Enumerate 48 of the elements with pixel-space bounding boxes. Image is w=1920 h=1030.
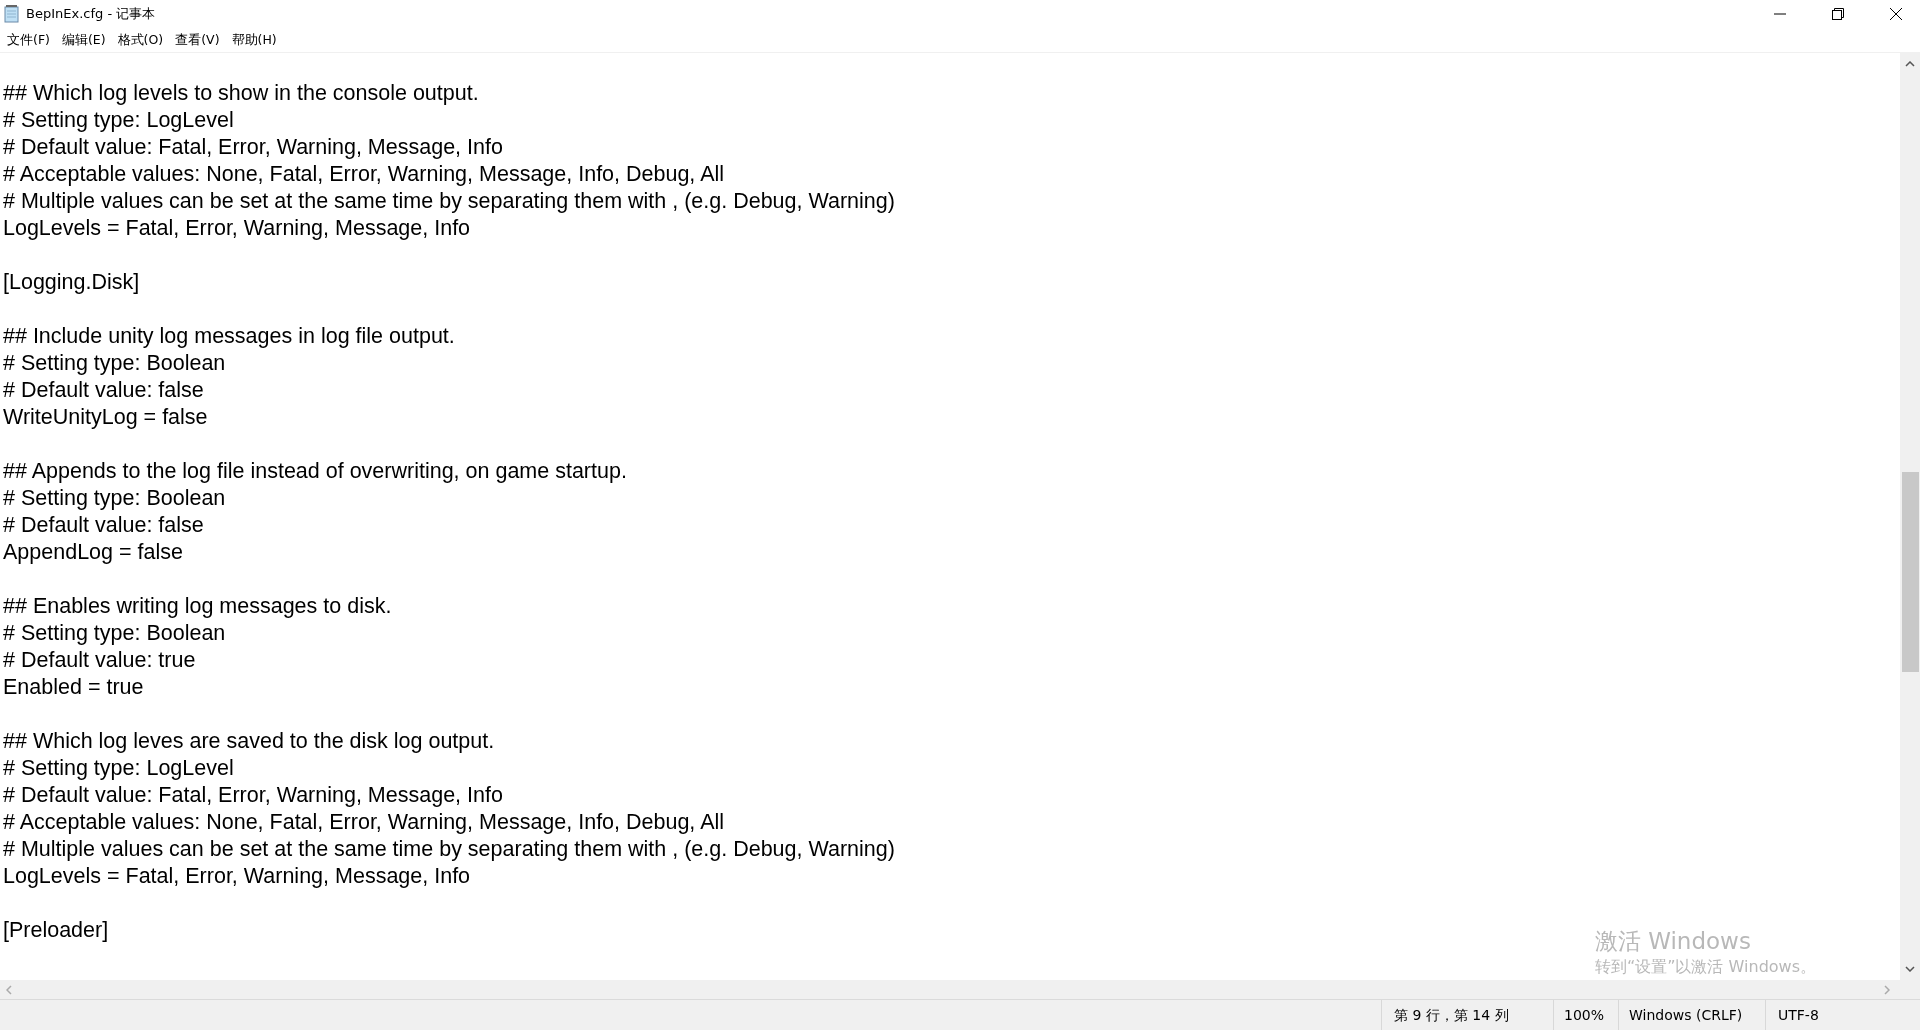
text-line: # Setting type: Boolean <box>3 485 226 512</box>
text-line: # Default value: Fatal, Error, Warning, Message, Info <box>3 134 503 161</box>
window-title: BepInEx.cfg - 记事本 <box>26 5 156 23</box>
text-line: LogLevels = Fatal, Error, Warning, Message, Info <box>3 863 471 890</box>
horizontal-scrollbar[interactable] <box>0 980 1920 1000</box>
menu-item[interactable]: 格式(O) <box>117 31 164 49</box>
text-line: ## Enables writing log messages to disk. <box>3 593 392 620</box>
vertical-scrollbar[interactable] <box>1900 53 1920 980</box>
text-line: # Acceptable values: None, Fatal, Error, Warning, Message, Info, Debug, All <box>3 161 725 188</box>
menu-item[interactable]: 编辑(E) <box>61 31 106 49</box>
text-line: ## Which log leves are saved to the disk log output. <box>3 728 495 755</box>
scroll-down-icon[interactable] <box>1905 966 1915 972</box>
scrollbar-thumb[interactable] <box>1901 472 1919 672</box>
activation-title: 激活 Windows <box>1594 927 1752 956</box>
text-line: # Multiple values can be set at the same time by separating them with , (e.g. Debug, Warning) <box>3 188 895 215</box>
status-item: Windows (CRLF) <box>1618 1000 1765 1030</box>
status-item: 第 9 行，第 14 列 <box>1381 1000 1553 1030</box>
status-item: 100% <box>1553 1000 1618 1030</box>
activation-hint: 转到“设置”以激活 Windows。 <box>1594 956 1816 978</box>
scroll-left-icon[interactable] <box>6 984 12 995</box>
text-line: AppendLog = false <box>3 539 183 566</box>
notepad-icon <box>4 5 20 23</box>
text-line: # Acceptable values: None, Fatal, Error, Warning, Message, Info, Debug, All <box>3 809 725 836</box>
text-line: ## Include unity log messages in log file output. <box>3 323 455 350</box>
text-line: # Setting type: Boolean <box>3 350 226 377</box>
text-line: WriteUnityLog = false <box>3 404 208 431</box>
text-line: # Multiple values can be set at the same time by separating them with , (e.g. Debug, Warning) <box>3 836 895 863</box>
text-line: # Default value: false <box>3 512 204 539</box>
restore-icon[interactable] <box>1832 8 1844 20</box>
status-item: UTF-8 <box>1765 1000 1920 1030</box>
menu-item[interactable]: 文件(F) <box>7 31 50 49</box>
text-line: # Default value: false <box>3 377 204 404</box>
text-line: LogLevels = Fatal, Error, Warning, Message, Info <box>3 215 471 242</box>
scroll-up-icon[interactable] <box>1905 61 1915 67</box>
text-line: ## Appends to the log file instead of overwriting, on game startup. <box>3 458 627 485</box>
text-line: # Setting type: LogLevel <box>3 755 234 782</box>
text-line: Enabled = true <box>3 674 144 701</box>
text-line: [Preloader] <box>3 917 109 944</box>
text-line: # Setting type: LogLevel <box>3 107 234 134</box>
menu-item[interactable]: 查看(V) <box>175 31 220 49</box>
scroll-right-icon[interactable] <box>1884 984 1890 995</box>
text-line: ## Which log levels to show in the console output. <box>3 80 479 107</box>
text-line: # Default value: Fatal, Error, Warning, Message, Info <box>3 782 503 809</box>
close-icon[interactable] <box>1890 8 1902 20</box>
text-line: # Setting type: Boolean <box>3 620 226 647</box>
text-line: [Logging.Disk] <box>3 269 140 296</box>
text-line: # Default value: true <box>3 647 196 674</box>
menu-item[interactable]: 帮助(H) <box>231 31 277 49</box>
